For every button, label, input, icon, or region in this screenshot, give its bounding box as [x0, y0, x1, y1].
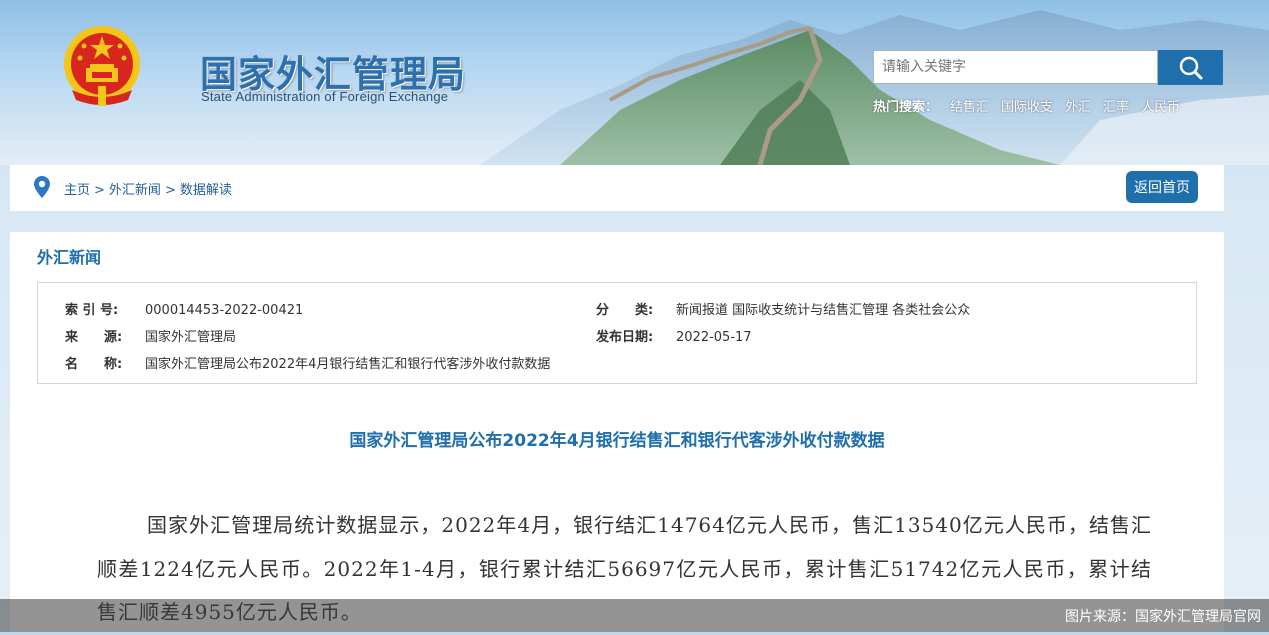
breadcrumb-separator: > [94, 183, 105, 198]
meta-date-row: 发布日期: 2022-05-17 [596, 326, 752, 345]
hot-search-item-renminbi[interactable]: 人民币 [1141, 96, 1180, 115]
back-home-button[interactable]: 返回首页 [1126, 171, 1198, 203]
image-source-caption: 图片来源：国家外汇管理局官网 [1065, 609, 1261, 625]
hot-search-label: 热门搜索： [873, 100, 939, 115]
breadcrumb-data-interpretation[interactable]: 数据解读 [180, 183, 232, 198]
meta-index-row: 索 引 号: 000014453-2022-00421 [65, 299, 303, 318]
search-input[interactable] [873, 50, 1158, 84]
location-pin-icon [34, 176, 50, 198]
meta-name-row: 名 称: 国家外汇管理局公布2022年4月银行结售汇和银行代客涉外收付款数据 [65, 353, 550, 372]
breadcrumb-bar: 主页 > 外汇新闻 > 数据解读 返回首页 [10, 165, 1224, 212]
national-emblem-icon [64, 26, 140, 106]
breadcrumb: 主页 > 外汇新闻 > 数据解读 [64, 179, 232, 198]
hot-search-bar: 热门搜索： 结售汇 国际收支 外汇 汇率 人民币 [873, 96, 1180, 115]
meta-category-value: 新闻报道 国际收支统计与结售汇管理 各类社会公众 [676, 303, 971, 318]
meta-source-value: 国家外汇管理局 [145, 330, 237, 345]
search-icon [1179, 56, 1202, 79]
search-button[interactable] [1158, 50, 1223, 85]
meta-source-row: 来 源: 国家外汇管理局 [65, 326, 236, 345]
breadcrumb-forex-news[interactable]: 外汇新闻 [109, 183, 161, 198]
meta-date-value: 2022-05-17 [676, 330, 752, 345]
site-title-en[interactable]: State Administration of Foreign Exchange [201, 89, 448, 104]
article-meta-table: 索 引 号: 000014453-2022-00421 分 类: 新闻报道 国际收支… [37, 282, 1197, 384]
hot-search-item-waihui[interactable]: 外汇 [1065, 96, 1091, 115]
meta-index-label: 索 引 号: [65, 303, 119, 318]
section-title: 外汇新闻 [37, 248, 102, 267]
hot-search-item-jieshouhui[interactable]: 结售汇 [950, 96, 989, 115]
site-header: 国家外汇管理局 State Administration of Foreign … [0, 0, 1269, 165]
meta-source-label: 来 源: [65, 330, 123, 345]
meta-index-value: 000014453-2022-00421 [145, 303, 304, 318]
article-title: 国家外汇管理局公布2022年4月银行结售汇和银行代客涉外收付款数据 [349, 431, 885, 451]
main-content: 外汇新闻 索 引 号: 000014453-2022-00421 分 类: 新闻报道… [10, 232, 1224, 632]
meta-date-label: 发布日期: [596, 330, 654, 345]
hot-search-item-guojishouzhi[interactable]: 国际收支 [1001, 96, 1053, 115]
breadcrumb-separator: > [164, 183, 176, 198]
image-source-caption-bar: 图片来源：国家外汇管理局官网 [0, 599, 1269, 632]
breadcrumb-home[interactable]: 主页 [64, 183, 90, 198]
meta-category-row: 分 类: 新闻报道 国际收支统计与结售汇管理 各类社会公众 [596, 299, 970, 318]
meta-name-label: 名 称: [65, 357, 123, 372]
meta-name-value: 国家外汇管理局公布2022年4月银行结售汇和银行代客涉外收付款数据 [145, 357, 551, 372]
meta-category-label: 分 类: [596, 303, 654, 318]
hot-search-item-huilv[interactable]: 汇率 [1103, 96, 1129, 115]
